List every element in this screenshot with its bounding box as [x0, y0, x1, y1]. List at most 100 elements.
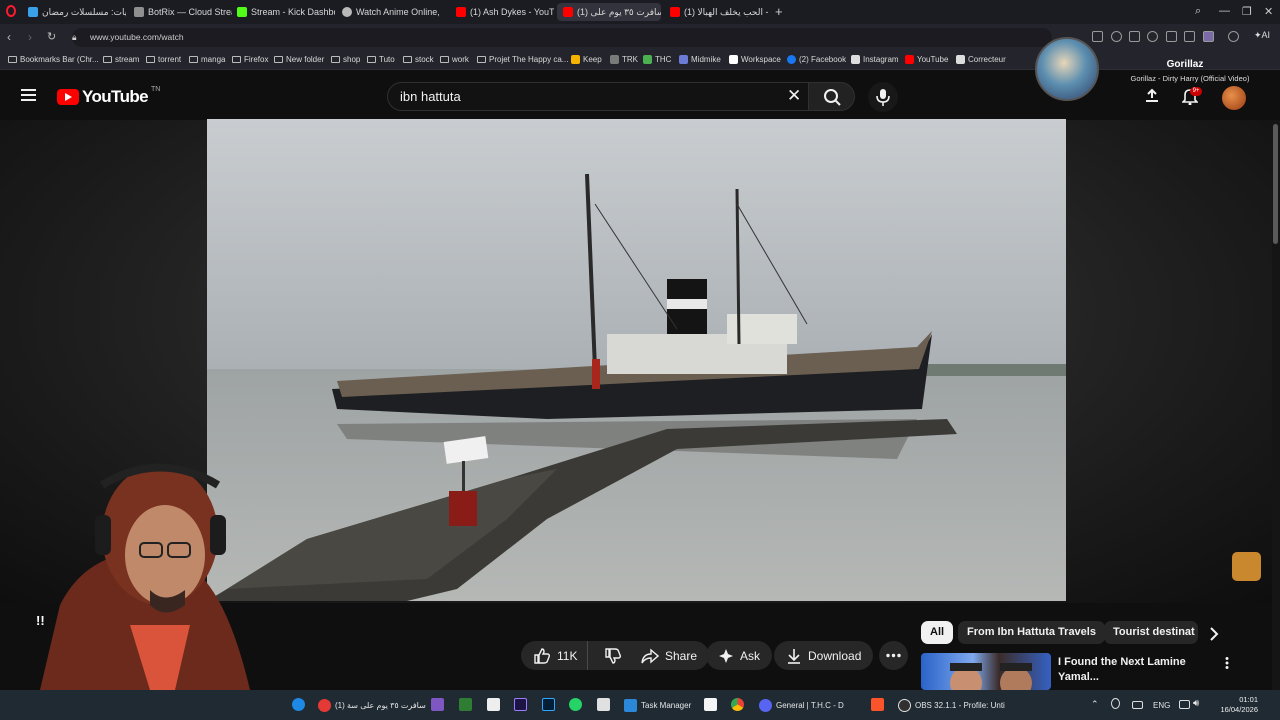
album-art-image: [1035, 37, 1099, 101]
explorer-icon[interactable]: [597, 698, 610, 711]
search-button[interactable]: [808, 82, 855, 111]
bookmark-label: Midmike: [691, 55, 721, 64]
video-frame-image: [207, 119, 1066, 601]
bookmark-trk[interactable]: TRK: [610, 55, 638, 64]
bookmark-folder[interactable]: Bookmarks Bar (Chr...: [8, 55, 99, 64]
back-icon[interactable]: ‹: [7, 30, 11, 44]
trk-icon: [610, 55, 619, 64]
close-icon[interactable]: ✕: [787, 86, 801, 106]
recommendation-title[interactable]: I Found the Next Lamine Yamal...: [1058, 655, 1208, 685]
menu-icon[interactable]: [21, 89, 36, 101]
taskbar-obs[interactable]: OBS 32.1.1 - Profile: Unti: [898, 699, 1005, 712]
close-window-icon[interactable]: ✕: [1264, 5, 1273, 18]
url-field[interactable]: 🔒︎ www.youtube.com/watch: [72, 28, 1052, 47]
sparkle-icon: [719, 648, 733, 663]
bookmark-thc[interactable]: THC: [643, 55, 671, 64]
youtube-icon: [905, 55, 914, 64]
whatsapp-icon[interactable]: [569, 698, 582, 711]
tab-current-video[interactable]: (1) سافرت ٣٥ يوم على: [557, 3, 661, 21]
folder-icon: [331, 56, 340, 63]
bookmark-correcteur[interactable]: Correcteur: [956, 55, 1006, 64]
forward-icon[interactable]: ›: [28, 30, 32, 44]
reload-icon[interactable]: ↻: [47, 30, 56, 43]
edge-icon[interactable]: [292, 698, 305, 711]
chevron-right-icon[interactable]: [1205, 625, 1223, 643]
voice-search-button[interactable]: [868, 82, 898, 112]
tab-watch-anime[interactable]: Watch Anime Online, Free: [336, 3, 440, 21]
system-clock[interactable]: 01:01 16/04/2026: [1212, 695, 1258, 715]
logo-text: YouTube: [82, 87, 149, 106]
youtube-logo[interactable]: YouTube TN: [57, 86, 160, 107]
minimize-icon[interactable]: —: [1219, 5, 1230, 17]
tab-ramadan-series[interactable]: التسميات: مسلسلات رمضان: [22, 3, 126, 21]
photoshop-icon[interactable]: [542, 698, 555, 711]
bookmark-keep[interactable]: Keep: [571, 55, 602, 64]
monitor-tray-icon[interactable]: [1132, 701, 1143, 709]
chrome-icon[interactable]: [731, 698, 744, 711]
file-icon[interactable]: [487, 698, 500, 711]
dislike-button[interactable]: [594, 641, 632, 670]
bookmark-folder[interactable]: stream: [103, 55, 139, 64]
now-playing-popup[interactable]: Gorillaz Gorillaz - Dirty Harry (Officia…: [1035, 37, 1280, 105]
bookmark-folder[interactable]: work: [440, 55, 469, 64]
tab-botrix[interactable]: BotRix — Cloud Streaming: [128, 3, 232, 21]
search-input[interactable]: ibn hattuta: [387, 82, 813, 111]
bookmark-label: THC: [655, 55, 672, 64]
instagram-icon: [851, 55, 860, 64]
tab-ash-dykes[interactable]: (1) Ash Dykes - YouTube: [450, 3, 554, 21]
url-text: www.youtube.com/watch: [90, 32, 184, 42]
ask-button[interactable]: Ask: [706, 641, 773, 670]
mic-tray-icon[interactable]: [1111, 698, 1120, 709]
bookmark-midmike[interactable]: Midmike: [679, 55, 721, 64]
app-icon[interactable]: [459, 698, 472, 711]
bookmark-folder[interactable]: stock: [403, 55, 434, 64]
chevron-up-icon[interactable]: ⌃: [1091, 699, 1099, 710]
network-icon[interactable]: [1179, 700, 1190, 709]
app-icon[interactable]: [431, 698, 444, 711]
maximize-icon[interactable]: ❐: [1242, 5, 1252, 18]
more-actions-button[interactable]: [879, 641, 908, 670]
tab-search-icon[interactable]: ⌕: [1195, 5, 1201, 18]
bookmark-folder[interactable]: New folder: [274, 55, 324, 64]
brave-icon[interactable]: [871, 698, 884, 711]
opera-logo-icon[interactable]: [6, 5, 16, 17]
tab-kick-dashboard[interactable]: Stream - Kick Dashboard: [231, 3, 335, 21]
scrollbar-thumb[interactable]: [1273, 124, 1278, 244]
bookmark-folder[interactable]: shop: [331, 55, 360, 64]
bookmark-youtube[interactable]: YouTube: [905, 55, 948, 64]
bookmark-workspace[interactable]: Workspace: [729, 55, 781, 64]
language-indicator[interactable]: ENG: [1153, 701, 1170, 710]
facebook-icon: [787, 55, 796, 64]
thumbnail-image: [950, 663, 1032, 690]
bookmark-folder[interactable]: Tuto: [367, 55, 395, 64]
bookmark-folder[interactable]: Projet The Happy ca...: [477, 55, 568, 64]
more-vertical-icon[interactable]: [1222, 656, 1232, 670]
volume-icon[interactable]: 🔊︎: [1193, 698, 1199, 709]
bookmark-instagram[interactable]: Instagram: [851, 55, 899, 64]
folder-icon: [403, 56, 412, 63]
like-button[interactable]: 11K: [521, 641, 589, 670]
share-button[interactable]: Share: [629, 641, 710, 670]
taskbar-opera-window[interactable]: (1) سافرت ٣٥ يوم على سة: [318, 699, 426, 712]
taskbar-discord[interactable]: General | T.H.C - D: [759, 699, 844, 712]
bookmark-facebook[interactable]: (2) Facebook: [787, 55, 846, 64]
taskbar-task-manager[interactable]: Task Manager: [624, 699, 691, 712]
channel-watermark-icon[interactable]: [1232, 552, 1261, 581]
download-button[interactable]: Download: [774, 641, 874, 670]
bookmark-folder[interactable]: manga: [189, 55, 225, 64]
chip-all[interactable]: All: [921, 621, 954, 644]
discord-icon: [759, 699, 772, 712]
bookmark-folder[interactable]: torrent: [146, 55, 181, 64]
now-playing-subtitle: Gorillaz - Dirty Harry (Official Video): [1130, 74, 1250, 83]
new-tab-plus-icon[interactable]: +: [775, 4, 783, 19]
bookmark-label: New folder: [286, 55, 325, 64]
bookmark-folder[interactable]: Firefox: [232, 55, 268, 64]
chip-from-channel[interactable]: From Ibn Hattuta Travels: [958, 621, 1105, 644]
recommendation-thumbnail[interactable]: [921, 653, 1051, 690]
tab-music-video[interactable]: (1) الحب يخلف الهبالا - be: [664, 3, 768, 21]
taskbar-label: OBS 32.1.1 - Profile: Unti: [915, 701, 1005, 710]
chip-tourist-destinations[interactable]: Tourist destinat: [1104, 621, 1198, 644]
app-icon[interactable]: [704, 698, 717, 711]
video-player[interactable]: [207, 119, 1066, 601]
premiere-icon[interactable]: [514, 698, 527, 711]
